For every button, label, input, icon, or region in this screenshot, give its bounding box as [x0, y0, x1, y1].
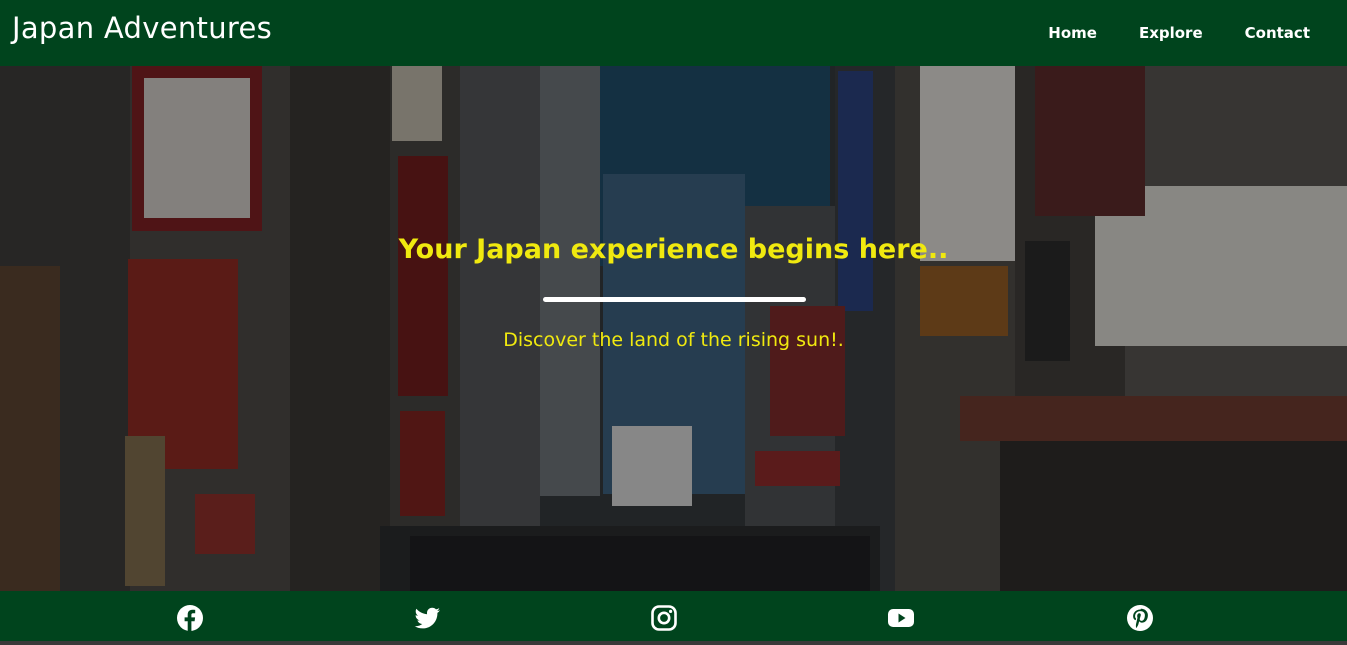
- hero-section: Your Japan experience begins here.. Disc…: [0, 66, 1347, 591]
- nav-link-explore[interactable]: Explore: [1139, 24, 1203, 42]
- twitter-icon[interactable]: [413, 604, 441, 632]
- main-nav: Home Explore Contact: [1006, 24, 1310, 42]
- nav-link-home[interactable]: Home: [1048, 24, 1097, 42]
- navbar: Japan Adventures Home Explore Contact: [0, 0, 1347, 66]
- hero-subtitle: Discover the land of the rising sun!.: [503, 329, 844, 351]
- footer: [0, 591, 1347, 641]
- hero-divider: [543, 297, 806, 302]
- brand-logo-text[interactable]: Japan Adventures: [12, 11, 272, 45]
- youtube-icon[interactable]: [887, 604, 915, 632]
- bottom-scroll-strip: [0, 641, 1347, 645]
- hero-title: Your Japan experience begins here..: [398, 234, 949, 265]
- nav-link-contact[interactable]: Contact: [1245, 24, 1310, 42]
- pinterest-icon[interactable]: [1126, 604, 1154, 632]
- instagram-icon[interactable]: [650, 604, 678, 632]
- facebook-icon[interactable]: [176, 604, 204, 632]
